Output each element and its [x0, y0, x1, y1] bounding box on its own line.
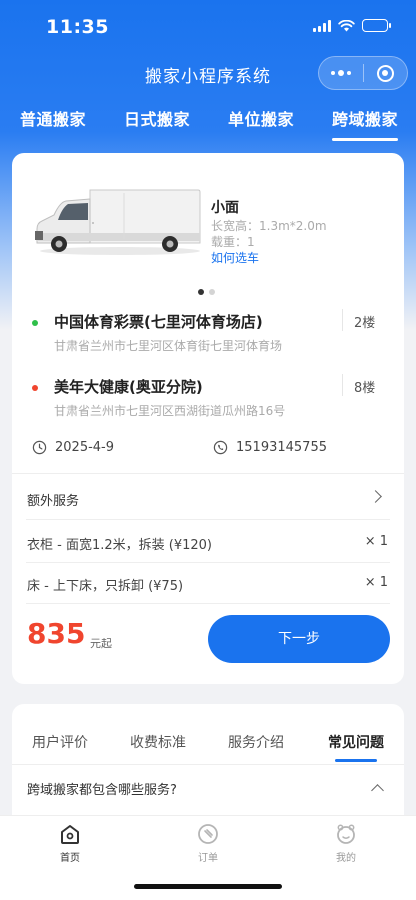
extra-service-item: 床 - 上下床，只拆卸 (¥75): [27, 579, 184, 594]
divider: [26, 562, 390, 563]
order-icon: [198, 824, 218, 844]
status-icons: [313, 19, 391, 32]
dropoff-name: 美年大健康(奥亚分院): [54, 378, 203, 396]
pickup-name: 中国体育彩票(七里河体育场店): [54, 313, 263, 331]
tab-service-intro[interactable]: 服务介绍: [228, 732, 284, 752]
home-indicator: [134, 884, 282, 889]
carousel-dot[interactable]: [198, 289, 204, 295]
tabbar-home-label: 首页: [60, 853, 80, 864]
dropoff-address[interactable]: 美年大健康(奥亚分院) 甘肃省兰州市七里河区西湖街道瓜州路16号 8楼: [12, 374, 404, 434]
divider: [12, 473, 404, 474]
contact-phone[interactable]: 15193145755: [236, 440, 327, 455]
vehicle-name: 小面: [211, 200, 239, 216]
how-to-choose-vehicle-link[interactable]: 如何选车: [211, 249, 259, 266]
pickup-floor[interactable]: 2楼: [354, 312, 375, 331]
carousel-dot[interactable]: [209, 289, 215, 295]
moving-type-tabs: 普通搬家 日式搬家 单位搬家 跨域搬家: [0, 106, 416, 146]
divider: [26, 519, 390, 520]
pickup-dot: [32, 320, 38, 326]
extra-service-item: 衣柜 - 面宽1.2米，拆装 (¥120): [27, 538, 212, 553]
tab-user-reviews[interactable]: 用户评价: [32, 732, 88, 752]
wifi-icon: [338, 19, 355, 31]
dropoff-dot: [32, 385, 38, 391]
tab-cross-region-moving[interactable]: 跨域搬家: [332, 106, 399, 141]
carousel-indicator: [198, 289, 215, 295]
faq-question[interactable]: 跨域搬家都包含哪些服务?: [27, 779, 177, 798]
moving-date[interactable]: 2025-4-9: [55, 440, 114, 455]
tabbar-profile[interactable]: 我的: [316, 822, 376, 864]
tab-regular-moving[interactable]: 普通搬家: [20, 106, 86, 130]
chevron-up-icon[interactable]: [371, 784, 384, 797]
price-amount: 835: [27, 617, 86, 650]
extra-services-title[interactable]: 额外服务: [27, 490, 79, 509]
miniprogram-capsule: [318, 56, 408, 90]
extra-service-qty: × 1: [364, 534, 388, 549]
target-icon: [376, 64, 394, 82]
extra-service-qty: × 1: [364, 575, 388, 590]
active-tab-indicator: [335, 759, 377, 762]
schedule-row: 2025-4-9 15193145755: [12, 438, 404, 460]
home-icon: [61, 825, 79, 844]
tab-pricing-standard[interactable]: 收费标准: [130, 732, 186, 752]
chevron-right-icon[interactable]: [369, 490, 382, 503]
price-unit: 元起: [90, 637, 112, 650]
order-card: 小面 长宽高：1.3m*2.0m 载重：1 如何选车 中国体育彩票(七里河体育场…: [12, 153, 404, 684]
next-step-button[interactable]: 下一步: [208, 615, 390, 663]
vehicle-load: 载重：1: [211, 235, 255, 249]
status-bar: 11:35: [0, 0, 416, 54]
clock-icon: [32, 440, 47, 455]
divider: [12, 764, 404, 765]
tab-company-moving[interactable]: 单位搬家: [228, 106, 294, 130]
cellular-signal-icon: [313, 19, 331, 32]
tabbar-orders[interactable]: 订单: [178, 822, 238, 864]
pickup-address[interactable]: 中国体育彩票(七里河体育场店) 甘肃省兰州市七里河区体育街七里河体育场 2楼: [12, 309, 404, 369]
vehicle-dimensions: 长宽高：1.3m*2.0m: [211, 219, 327, 233]
divider: [26, 603, 390, 604]
pickup-detail: 甘肃省兰州市七里河区体育街七里河体育场: [54, 339, 283, 353]
tab-japanese-moving[interactable]: 日式搬家: [124, 106, 190, 130]
dropoff-detail: 甘肃省兰州市七里河区西湖街道瓜州路16号: [54, 404, 286, 418]
status-time: 11:35: [46, 16, 109, 38]
close-miniprogram-button[interactable]: [364, 64, 408, 82]
tabbar-orders-label: 订单: [198, 853, 218, 864]
tabbar-profile-label: 我的: [336, 853, 356, 864]
phone-icon: [213, 440, 228, 455]
van-image[interactable]: [32, 187, 202, 257]
more-menu-button[interactable]: [319, 70, 363, 76]
dropoff-floor[interactable]: 8楼: [354, 377, 375, 396]
tabbar-home[interactable]: 首页: [40, 822, 100, 864]
battery-icon: [362, 19, 391, 32]
tab-faq[interactable]: 常见问题: [328, 732, 384, 752]
profile-icon: [337, 824, 355, 844]
